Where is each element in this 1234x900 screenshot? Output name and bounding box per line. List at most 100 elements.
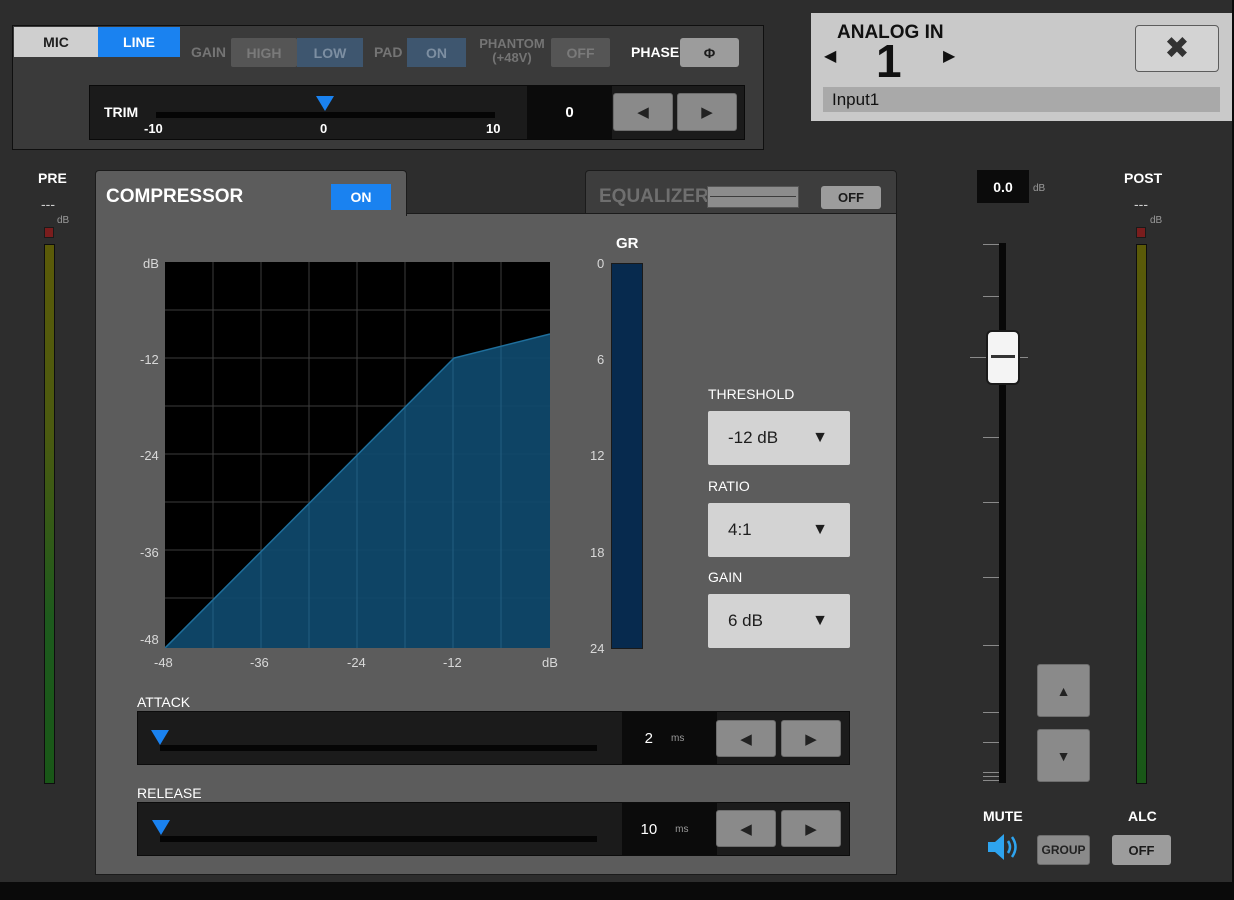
fader-scale-tick xyxy=(983,296,999,297)
pre-meter-value: --- xyxy=(41,196,55,212)
graph-y-tick: -36 xyxy=(140,545,159,560)
mute-button[interactable] xyxy=(986,830,1022,869)
trim-slider-handle-icon[interactable] xyxy=(316,96,334,111)
equalizer-off-button[interactable]: OFF xyxy=(821,186,881,209)
trim-min-label: -10 xyxy=(144,121,163,136)
pad-on-button[interactable]: ON xyxy=(407,38,466,67)
compressor-curve-svg xyxy=(164,262,551,649)
graph-y-tick: -48 xyxy=(140,632,159,647)
channel-name-field[interactable]: Input1 xyxy=(823,87,1220,112)
fader-scale-tick xyxy=(983,742,999,743)
trim-value: 0 xyxy=(527,86,612,139)
release-unit: ms xyxy=(675,823,689,835)
trim-increase-button[interactable]: ▶ xyxy=(677,93,737,131)
threshold-value: -12 dB xyxy=(728,428,779,447)
dropdown-arrow-icon: ▼ xyxy=(812,521,828,538)
ratio-value: 4:1 xyxy=(728,520,752,539)
ratio-select[interactable]: 4:1 ▼ xyxy=(708,503,850,557)
fader-scale-tick xyxy=(983,437,999,438)
close-button[interactable]: ✖ xyxy=(1135,25,1219,72)
gain-reduction-meter xyxy=(611,263,643,649)
fader-scale-tick xyxy=(983,772,999,773)
post-meter-unit: dB xyxy=(1150,215,1163,226)
gain-high-button[interactable]: HIGH xyxy=(231,38,297,67)
triangle-right-icon: ▶ xyxy=(701,104,713,121)
fader-scale-tick xyxy=(983,645,999,646)
group-button[interactable]: GROUP xyxy=(1037,835,1090,865)
triangle-down-icon: ▼ xyxy=(1056,747,1071,764)
post-clip-indicator xyxy=(1136,227,1146,238)
triangle-right-icon: ▶ xyxy=(805,730,817,748)
attack-value-box: 2 ms xyxy=(622,712,717,764)
gr-tick: 18 xyxy=(590,545,605,560)
threshold-select[interactable]: -12 dB ▼ xyxy=(708,411,850,465)
phantom-off-button[interactable]: OFF xyxy=(551,38,610,67)
triangle-up-icon: ▲ xyxy=(1056,682,1071,699)
trim-track[interactable] xyxy=(156,112,495,118)
makeup-gain-select[interactable]: 6 dB ▼ xyxy=(708,594,850,648)
release-decrease-button[interactable]: ◀ xyxy=(716,810,776,847)
triangle-right-icon: ▶ xyxy=(943,48,956,65)
triangle-left-icon: ◀ xyxy=(637,104,649,121)
threshold-label: THRESHOLD xyxy=(708,386,795,402)
attack-slider-handle-icon[interactable] xyxy=(151,730,169,745)
compressor-on-button[interactable]: ON xyxy=(331,184,391,210)
release-track[interactable] xyxy=(160,836,597,842)
triangle-left-icon: ◀ xyxy=(740,820,752,838)
post-meter-value: --- xyxy=(1134,196,1148,212)
phase-label: PHASE xyxy=(631,44,680,60)
fader-up-button[interactable]: ▲ xyxy=(1037,664,1090,717)
channel-next-button[interactable]: ▶ xyxy=(943,46,955,66)
triangle-right-icon: ▶ xyxy=(805,820,817,838)
attack-increase-button[interactable]: ▶ xyxy=(781,720,841,757)
graph-x-unit: dB xyxy=(542,655,558,670)
line-button[interactable]: LINE xyxy=(98,27,180,57)
release-label: RELEASE xyxy=(137,785,202,801)
fader-knob[interactable] xyxy=(986,330,1020,385)
compressor-tab-label: COMPRESSOR xyxy=(106,186,244,207)
equalizer-tab-label: EQUALIZER xyxy=(599,186,709,207)
fader-scale-tick xyxy=(983,244,999,245)
pre-meter-unit: dB xyxy=(57,215,70,226)
graph-y-tick: -24 xyxy=(140,448,159,463)
mic-button[interactable]: MIC xyxy=(14,27,98,57)
release-slider-handle-icon[interactable] xyxy=(152,820,170,835)
fader-scale-tick xyxy=(983,712,999,713)
compressor-curve-graph xyxy=(164,262,551,649)
fader-track[interactable] xyxy=(999,243,1006,783)
dropdown-arrow-icon: ▼ xyxy=(812,612,828,629)
phantom-label-line2: (+48V) xyxy=(492,50,532,65)
release-value-box: 10 ms xyxy=(622,803,717,855)
ratio-label: RATIO xyxy=(708,478,750,494)
fader-value: 0.0 xyxy=(977,170,1029,203)
phantom-label-line1: PHANTOM xyxy=(479,36,545,51)
gr-tick: 0 xyxy=(597,256,605,271)
graph-x-tick: -12 xyxy=(443,655,462,670)
graph-y-unit: dB xyxy=(143,256,159,271)
attack-track[interactable] xyxy=(160,745,597,751)
graph-x-tick: -24 xyxy=(347,655,366,670)
eq-curve-thumbnail xyxy=(707,186,799,208)
gr-label: GR xyxy=(616,235,639,252)
alc-off-button[interactable]: OFF xyxy=(1112,835,1171,865)
channel-prev-button[interactable]: ◀ xyxy=(824,46,836,66)
makeup-gain-label: GAIN xyxy=(708,569,743,585)
pre-clip-indicator xyxy=(44,227,54,238)
trim-mid-label: 0 xyxy=(320,121,328,136)
attack-decrease-button[interactable]: ◀ xyxy=(716,720,776,757)
trim-max-label: 10 xyxy=(486,121,501,136)
gr-tick: 24 xyxy=(590,641,605,656)
makeup-gain-value: 6 dB xyxy=(728,611,763,630)
attack-unit: ms xyxy=(671,732,685,744)
release-value: 10 xyxy=(640,820,658,838)
mute-label: MUTE xyxy=(983,808,1023,824)
fader-scale-tick xyxy=(983,577,999,578)
phase-button[interactable]: Φ xyxy=(680,38,739,67)
fader-down-button[interactable]: ▼ xyxy=(1037,729,1090,782)
gain-low-button[interactable]: LOW xyxy=(297,38,363,67)
gain-label: GAIN xyxy=(191,44,226,60)
trim-decrease-button[interactable]: ◀ xyxy=(613,93,673,131)
release-increase-button[interactable]: ▶ xyxy=(781,810,841,847)
graph-x-tick: -48 xyxy=(154,655,173,670)
fader-scale-tick xyxy=(983,502,999,503)
